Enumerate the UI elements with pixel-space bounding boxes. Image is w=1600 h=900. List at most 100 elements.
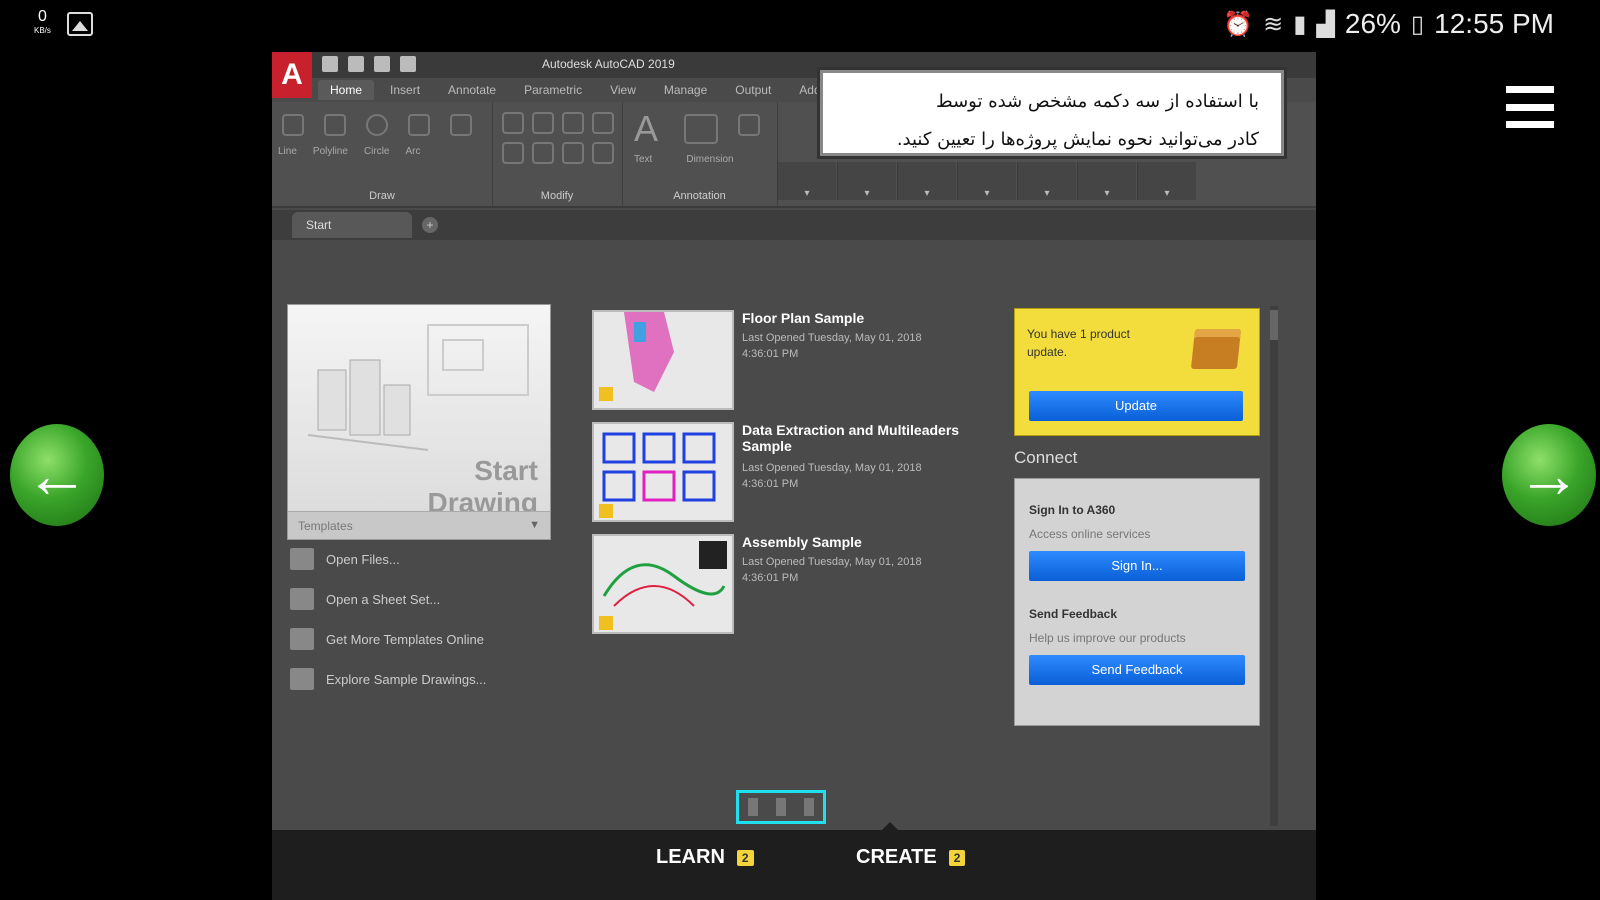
update-message: You have 1 product update. xyxy=(1027,327,1130,359)
fillet-tool-icon[interactable] xyxy=(562,142,584,164)
print-icon[interactable] xyxy=(400,56,416,72)
open-icon[interactable] xyxy=(348,56,364,72)
app-title: Autodesk AutoCAD 2019 xyxy=(542,57,675,71)
battery-percent: 26% xyxy=(1344,8,1401,39)
explore-samples-link[interactable]: Explore Sample Drawings... xyxy=(290,668,486,690)
group-label-annotation[interactable]: Annotation xyxy=(622,190,777,202)
update-button[interactable]: Update xyxy=(1029,391,1243,421)
circle-tool-icon[interactable] xyxy=(366,114,388,136)
add-tab-button[interactable]: + xyxy=(422,217,438,233)
ribbon-panel-collapsed[interactable]: ▾ xyxy=(957,162,1016,200)
text-tool-icon[interactable]: A xyxy=(634,108,658,150)
get-templates-link[interactable]: Get More Templates Online xyxy=(290,628,484,650)
hamburger-menu-icon[interactable] xyxy=(1506,86,1554,128)
templates-label: Templates xyxy=(298,519,353,533)
send-feedback-button[interactable]: Send Feedback xyxy=(1029,655,1245,685)
templates-dropdown[interactable]: Templates ▼ xyxy=(288,511,550,539)
scrollbar-thumb[interactable] xyxy=(1270,310,1278,340)
tab-annotate[interactable]: Annotate xyxy=(436,80,508,100)
copy-tool-icon[interactable] xyxy=(502,142,524,164)
recent-title[interactable]: Assembly Sample xyxy=(742,534,982,550)
dimension-tool-icon[interactable] xyxy=(684,114,718,144)
ribbon-panel-collapsed[interactable]: ▾ xyxy=(1137,162,1196,200)
ribbon-panel-collapsed[interactable]: ▾ xyxy=(897,162,956,200)
recent-date: Last Opened Tuesday, May 01, 2018 xyxy=(742,332,922,344)
tab-insert[interactable]: Insert xyxy=(378,80,432,100)
wifi-icon: ≋ xyxy=(1263,10,1284,38)
battery-icon: ▯ xyxy=(1410,10,1425,38)
connect-card: Sign In to A360 Access online services S… xyxy=(1014,478,1260,726)
recent-title[interactable]: Data Extraction and Multileaders Sample xyxy=(742,422,982,454)
status-bar-right: ⏰ ≋ ▮ ▟ 26% ▯ 12:55 PM xyxy=(1223,8,1554,40)
tab-output[interactable]: Output xyxy=(723,80,783,100)
learn-tab[interactable]: LEARN 2 xyxy=(656,846,754,869)
ribbon-panel-collapsed[interactable]: ▾ xyxy=(777,162,836,200)
scrollbar[interactable] xyxy=(1270,306,1278,826)
start-drawing-card[interactable]: Start Drawing Templates ▼ xyxy=(287,304,551,540)
line-tool-icon[interactable] xyxy=(282,114,304,136)
feedback-subtitle: Help us improve our products xyxy=(1029,631,1186,645)
recent-date: Last Opened Tuesday, May 01, 2018 xyxy=(742,462,922,474)
net-speed-value: 0 xyxy=(38,8,47,25)
back-arrow-button[interactable]: ← xyxy=(10,424,104,526)
templates-icon xyxy=(290,628,314,650)
move-tool-icon[interactable] xyxy=(502,112,524,134)
open-sheet-set-link[interactable]: Open a Sheet Set... xyxy=(290,588,440,610)
recent-thumbnail-assembly[interactable] xyxy=(592,534,734,634)
create-label: CREATE xyxy=(856,846,937,868)
chevron-down-icon: ▼ xyxy=(529,519,540,531)
recent-thumbnail-data-extraction[interactable] xyxy=(592,422,734,522)
assembly-preview xyxy=(599,541,727,630)
arrow-left-icon: ← xyxy=(25,439,89,511)
recent-title[interactable]: Floor Plan Sample xyxy=(742,310,982,326)
tooltip-line-2: کادر می‌توانید نحوه نمایش پروژه‌ها را تع… xyxy=(896,129,1259,150)
recent-date: Last Opened Tuesday, May 01, 2018 xyxy=(742,556,922,568)
tab-start[interactable]: Start xyxy=(292,212,412,238)
group-label-modify[interactable]: Modify xyxy=(492,190,622,202)
group-label-draw[interactable]: Draw xyxy=(272,190,492,202)
save-icon[interactable] xyxy=(374,56,390,72)
ribbon-panel-collapsed[interactable]: ▾ xyxy=(837,162,896,200)
mirror-tool-icon[interactable] xyxy=(532,142,554,164)
rotate-tool-icon[interactable] xyxy=(532,112,554,134)
sample-drawings-icon xyxy=(290,668,314,690)
rectangle-tool-icon[interactable] xyxy=(450,114,472,136)
sim-icon: ▮ xyxy=(1293,10,1307,38)
line-label: Line xyxy=(278,146,297,157)
clock: 12:55 PM xyxy=(1434,8,1554,39)
arc-tool-icon[interactable] xyxy=(408,114,430,136)
open-files-link[interactable]: Open Files... xyxy=(290,548,400,570)
connect-heading: Connect xyxy=(1014,448,1078,467)
view-mode-button[interactable] xyxy=(804,798,814,816)
arc-label: Arc xyxy=(405,146,421,157)
circle-label: Circle xyxy=(363,146,390,157)
link-label: Explore Sample Drawings... xyxy=(326,671,487,687)
feedback-title: Send Feedback xyxy=(1029,607,1118,621)
signin-subtitle: Access online services xyxy=(1029,527,1151,541)
explode-tool-icon[interactable] xyxy=(592,142,614,164)
start-drawing-label: Start Drawing xyxy=(427,455,538,518)
ribbon-panel-collapsed[interactable]: ▾ xyxy=(1077,162,1136,200)
ribbon-group-draw: Line Polyline Circle Arc Draw xyxy=(272,102,493,206)
leader-tool-icon[interactable] xyxy=(738,114,760,136)
forward-arrow-button[interactable]: → xyxy=(1502,424,1596,526)
data-extraction-preview xyxy=(599,432,716,518)
new-icon[interactable] xyxy=(322,56,338,72)
recent-thumbnail-floor-plan[interactable] xyxy=(592,310,734,410)
create-tab[interactable]: CREATE 2 xyxy=(856,846,966,869)
ribbon-panel-collapsed[interactable]: ▾ xyxy=(1017,162,1076,200)
bottom-navigation: LEARN 2 CREATE 2 xyxy=(272,830,1316,900)
tab-manage[interactable]: Manage xyxy=(652,80,719,100)
tab-parametric[interactable]: Parametric xyxy=(512,80,594,100)
view-mode-button[interactable] xyxy=(776,798,786,816)
tab-view[interactable]: View xyxy=(598,80,648,100)
polyline-tool-icon[interactable] xyxy=(324,114,346,136)
tab-home[interactable]: Home xyxy=(318,80,375,100)
trim-tool-icon[interactable] xyxy=(562,112,584,134)
sign-in-button[interactable]: Sign In... xyxy=(1029,551,1245,581)
autocad-logo[interactable]: A xyxy=(272,52,312,98)
recent-time: 4:36:01 PM xyxy=(742,572,799,584)
erase-tool-icon[interactable] xyxy=(592,112,614,134)
view-mode-button[interactable] xyxy=(748,798,758,816)
tooltip-line-1: با استفاده از سه دکمه مشخص شده توسط xyxy=(936,91,1259,112)
